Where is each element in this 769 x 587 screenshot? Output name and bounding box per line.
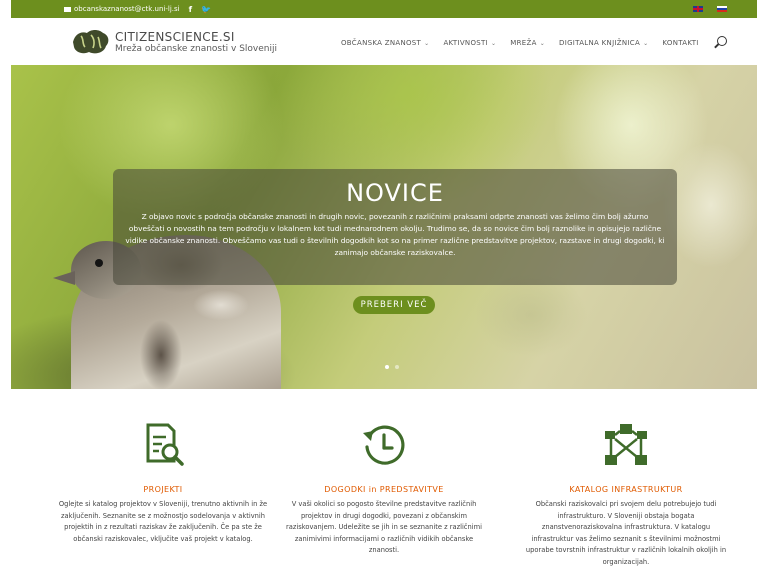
nav-item-kontakti[interactable]: KONTAKTI	[662, 39, 698, 47]
nav-item-label: KONTAKTI	[662, 39, 699, 47]
chevron-down-icon: ⌄	[490, 39, 497, 47]
citizenscience-logo-icon[interactable]	[71, 28, 111, 56]
top-bar: obcanskaznanost@ctk.uni-lj.si f 🐦	[11, 0, 757, 18]
page: obcanskaznanost@ctk.uni-lj.si f 🐦 CITIZE…	[11, 0, 757, 587]
nav-item-label: MREŽA	[510, 39, 537, 47]
nav-item-label: AKTIVNOSTI	[443, 39, 488, 47]
email-link[interactable]: obcanskaznanost@ctk.uni-lj.si	[64, 5, 180, 13]
hero-text: Z objavo novic s področja občanske znano…	[125, 212, 665, 257]
site-subtitle: Mreža občanske znanosti v Sloveniji	[115, 44, 277, 54]
nav-item-label: DIGITALNA KNJIŽNICA	[559, 39, 641, 47]
feature-text: Občanski raziskovalci pri svojem delu po…	[525, 500, 727, 566]
main-nav: OBČANSKA ZNANOST ⌄ AKTIVNOSTI ⌄ MREŽA ⌄ …	[341, 39, 699, 47]
feature-title[interactable]: KATALOG INFRASTRUKTUR	[521, 485, 731, 494]
nav-item-label: OBČANSKA ZNANOST	[341, 39, 422, 47]
slovenian-flag-icon[interactable]	[717, 6, 727, 12]
search-icon[interactable]	[717, 36, 727, 46]
features-section: PROJEKTI Oglejte si katalog projektov v …	[11, 389, 757, 587]
feature-text: Oglejte si katalog projektov v Sloveniji…	[58, 500, 268, 543]
sparrow-eye	[95, 259, 103, 267]
facebook-icon[interactable]: f	[189, 5, 192, 14]
hero-caption: NOVICE Z objavo novic s področja občansk…	[113, 169, 677, 285]
feature-title[interactable]: PROJEKTI	[58, 485, 268, 494]
twitter-icon[interactable]: 🐦	[201, 5, 211, 14]
english-flag-icon[interactable]	[693, 6, 703, 12]
chevron-down-icon: ⌄	[643, 39, 649, 47]
nav-item-aktivnosti[interactable]: AKTIVNOSTI ⌄	[443, 39, 496, 47]
nav-item-obcanska-znanost[interactable]: OBČANSKA ZNANOST ⌄	[341, 39, 429, 47]
feature-title[interactable]: DOGODKI in PREDSTAVITVE	[279, 485, 489, 494]
feature-projekti: PROJEKTI Oglejte si katalog projektov v …	[58, 421, 268, 545]
catalog-search-icon[interactable]	[138, 421, 188, 471]
chevron-down-icon: ⌄	[539, 39, 546, 47]
feature-dogodki: DOGODKI in PREDSTAVITVE V vaši okolici s…	[279, 421, 489, 557]
hero-slider: NOVICE Z objavo novic s področja občansk…	[11, 65, 757, 389]
read-more-button[interactable]: PREBERI VEČ	[353, 296, 435, 314]
nav-item-digitalna-knjiznica[interactable]: DIGITALNA KNJIŽNICA ⌄	[559, 39, 648, 47]
network-nodes-icon[interactable]	[601, 421, 651, 471]
language-switcher	[693, 6, 727, 12]
hero-title: NOVICE	[346, 179, 444, 207]
site-title[interactable]: CITIZENSCIENCE.SI	[115, 30, 235, 44]
feature-text: V vaši okolici so pogosto številne preds…	[286, 500, 482, 554]
history-clock-icon[interactable]	[359, 421, 409, 471]
sparrow-beak	[53, 271, 75, 285]
slider-pagination	[385, 365, 399, 369]
feature-katalog-infrastruktur: KATALOG INFRASTRUKTUR Občanski raziskova…	[521, 421, 731, 568]
chevron-down-icon: ⌄	[424, 39, 430, 47]
nav-item-mreza[interactable]: MREŽA ⌄	[510, 39, 545, 47]
slider-dot-1[interactable]	[385, 365, 389, 369]
envelope-icon	[64, 6, 71, 12]
email-text: obcanskaznanost@ctk.uni-lj.si	[74, 5, 180, 13]
site-header: CITIZENSCIENCE.SI Mreža občanske znanost…	[11, 18, 757, 65]
slider-dot-2[interactable]	[395, 365, 399, 369]
